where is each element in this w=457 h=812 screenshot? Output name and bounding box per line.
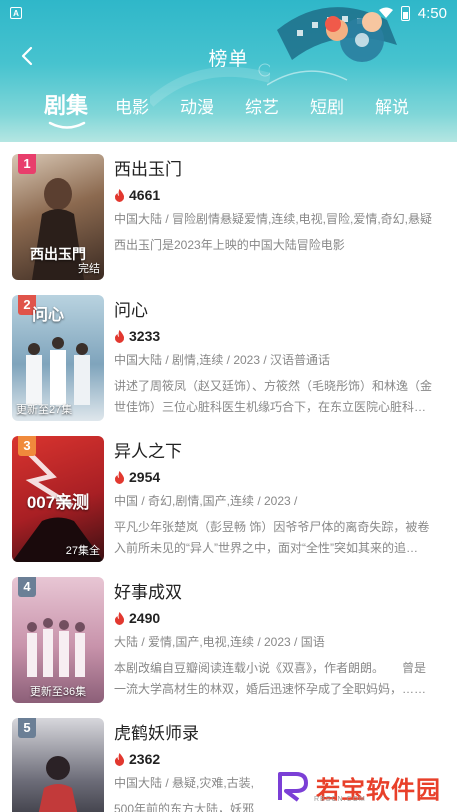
- flame-icon: [114, 611, 125, 625]
- tab-variety[interactable]: 综艺: [245, 93, 279, 118]
- app-notification-icon: A: [10, 7, 22, 19]
- tab-series[interactable]: 剧集: [44, 88, 88, 120]
- item-description: 本剧改编自豆瓣阅读连载小说《双喜》，作者朗朗。 曾是一流大学高材生的林双，婚后迅…: [114, 661, 427, 696]
- poster-status: 完结: [78, 263, 100, 275]
- tab-movie[interactable]: 电影: [115, 93, 149, 118]
- page-title: 榜单: [208, 49, 249, 70]
- item-meta: 中国 / 奇幻,剧情,国产,连续 / 2023 /: [114, 494, 298, 508]
- status-time: 4:50: [417, 4, 447, 22]
- heat-value: 3233: [129, 328, 161, 344]
- watermark-subtext: RBSCN.COM: [314, 796, 366, 803]
- item-title: 异人之下: [114, 442, 182, 461]
- rank-badge: 1: [18, 154, 36, 174]
- r-logo-icon: [278, 772, 308, 802]
- flame-icon: [114, 188, 125, 202]
- item-description: 平凡少年张楚岚（彭昱畅 饰）因爷爷尸体的离奇失踪，被卷入前所未见的“异人”世界之…: [114, 520, 430, 555]
- battery-icon: [400, 5, 410, 21]
- item-meta: 中国大陆 / 剧情,连续 / 2023 / 汉语普通话: [114, 353, 331, 367]
- item-title: 问心: [114, 301, 148, 320]
- heat-score: 4661: [114, 186, 433, 204]
- ranking-list: 1 西出玉門 完结 西出玉门 4661 中国大陆 / 冒险剧情悬疑爱情,连续,电…: [0, 142, 457, 812]
- poster-image: 2 问心 更新至27集: [12, 295, 104, 421]
- rank-badge: 5: [18, 718, 36, 738]
- item-description: 西出玉门是2023年上映的中国大陆冒险电影: [114, 238, 345, 252]
- flame-icon: [114, 470, 125, 484]
- wifi-icon: [378, 7, 393, 18]
- poster-image: 1 西出玉門 完结: [12, 154, 104, 280]
- heat-score: 2490: [114, 609, 433, 627]
- rank-badge: 4: [18, 577, 36, 597]
- item-meta: 中国大陆 / 冒险剧情悬疑爱情,连续,电视,冒险,爱情,奇幻,悬疑: [114, 212, 433, 226]
- tab-anime[interactable]: 动漫: [180, 93, 214, 118]
- header: A 4:50 榜单 剧集 电影 动漫 综艺 短剧 解说: [0, 0, 457, 142]
- tab-commentary[interactable]: 解说: [375, 93, 409, 118]
- rank-badge: 3: [18, 436, 36, 456]
- heat-value: 2490: [129, 610, 161, 626]
- item-title: 虎鹤妖师录: [114, 724, 199, 743]
- heat-score: 3233: [114, 327, 433, 345]
- list-item[interactable]: 1 西出玉門 完结 西出玉门 4661 中国大陆 / 冒险剧情悬疑爱情,连续,电…: [0, 142, 457, 283]
- heat-value: 4661: [129, 187, 161, 203]
- list-item[interactable]: 2 问心 更新至27集 问心 3233 中国大陆 / 剧情,连续 / 2023 …: [0, 283, 457, 424]
- item-title: 好事成双: [114, 583, 182, 602]
- flame-icon: [114, 752, 125, 766]
- poster-status: 更新至27集: [16, 404, 73, 416]
- list-item[interactable]: 3 007亲测 27集全 异人之下 2954 中国 / 奇幻,剧情,国产,连续 …: [0, 424, 457, 565]
- poster-status: 27集全: [65, 545, 100, 557]
- poster-image: 4 更新至36集: [12, 577, 104, 703]
- poster-image: 5: [12, 718, 104, 812]
- heat-value: 2362: [129, 751, 161, 767]
- heat-value: 2954: [129, 469, 161, 485]
- heat-score: 2954: [114, 468, 433, 486]
- active-tab-indicator-icon: [48, 121, 86, 129]
- poster-image: 3 007亲测 27集全: [12, 436, 104, 562]
- poster-title: 问心: [32, 307, 65, 324]
- watermark-logo: 若宝软件园 RBSCN.COM: [258, 762, 457, 812]
- item-title: 西出玉门: [114, 160, 182, 179]
- poster-title: 007亲测: [26, 493, 90, 512]
- tab-short-drama[interactable]: 短剧: [310, 93, 344, 118]
- poster-status: 更新至36集: [29, 686, 87, 698]
- list-item[interactable]: 4 更新至36集 好事成双 2490 大陆 / 爱情,国产,电视,连续 / 20…: [0, 565, 457, 706]
- flame-icon: [114, 329, 125, 343]
- status-bar: A 4:50: [0, 0, 457, 26]
- category-tabs: 剧集 电影 动漫 综艺 短剧 解说: [0, 93, 457, 136]
- item-description: 讲述了周筱凤（赵又廷饰）、方筱然（毛晓彤饰）和林逸（金世佳饰）三位心脏科医生机缘…: [114, 379, 433, 414]
- item-meta: 大陆 / 爱情,国产,电视,连续 / 2023 / 国语: [114, 635, 325, 649]
